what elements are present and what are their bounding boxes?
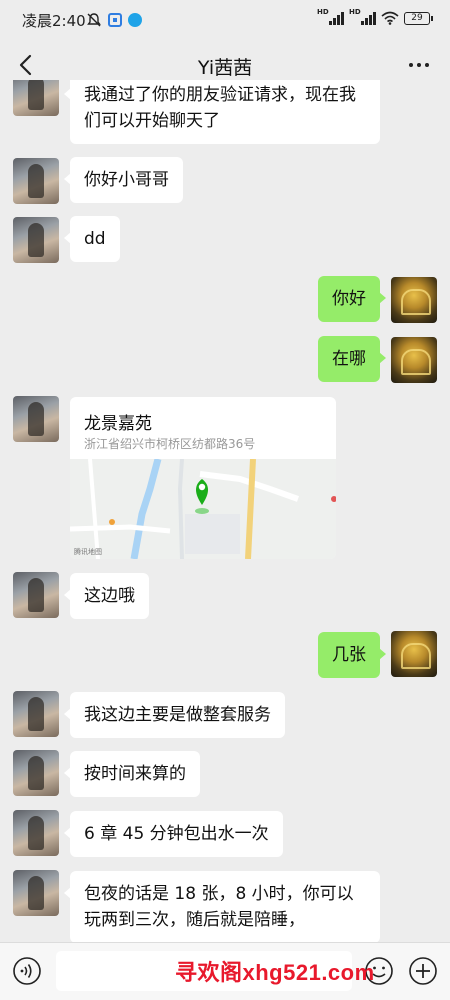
my-avatar[interactable] [391,337,437,383]
message-bubble-received[interactable]: 我这边主要是做整套服务 [64,692,285,738]
message-bubble-sent[interactable]: 你好 [318,276,386,322]
message-bubble-received[interactable]: 这边哦 [64,573,149,619]
status-bar: 凌晨2:40 HD HD 29 [0,0,450,40]
plus-icon[interactable] [408,956,438,986]
site-watermark: 寻欢阁xhg521.com [175,960,375,985]
app-notification-icon [108,13,122,27]
more-options-icon[interactable] [404,52,434,78]
contact-avatar[interactable] [13,158,59,204]
hd-label: HD [317,8,329,16]
location-name: 龙景嘉苑 [84,414,152,434]
contact-avatar[interactable] [13,572,59,618]
message-bubble-received[interactable]: 包夜的话是 18 张，8 小时，你可以玩两到三次，随后就是陪睡， [64,871,380,942]
contact-avatar[interactable] [13,870,59,916]
contact-avatar[interactable] [13,750,59,796]
contact-avatar[interactable] [13,810,59,856]
message-bubble-sent[interactable]: 几张 [318,632,386,678]
message-bubble-sent[interactable]: 在哪 [318,336,386,382]
location-map[interactable]: 腾讯地图 [70,459,336,559]
location-address: 浙江省绍兴市柯桥区纺都路36号 [84,437,256,451]
my-avatar[interactable] [391,631,437,677]
battery-indicator: 29 [404,11,433,25]
hd-label-2: HD [349,8,361,16]
location-card[interactable]: 龙景嘉苑 浙江省绍兴市柯桥区纺都路36号 腾讯地图 [70,397,336,559]
status-right-icons: HD HD 29 [317,8,433,25]
signal-strength-icon: HD [317,8,344,25]
chat-app-notification-icon [128,13,142,27]
mute-bell-icon [87,13,101,27]
message-bubble-received[interactable]: 按时间来算的 [64,751,200,797]
wifi-icon [381,11,399,25]
contact-avatar[interactable] [13,217,59,263]
voice-input-icon[interactable] [12,956,42,986]
message-bubble-received[interactable]: 你好小哥哥 [64,157,183,203]
message-bubble-received[interactable]: 我通过了你的朋友验证请求，现在我们可以开始聊天了 [64,80,380,144]
map-image [70,459,336,559]
map-attribution: 腾讯地图 [74,548,102,556]
status-time: 凌晨2:40 [22,12,86,30]
message-list[interactable]: 我通过了你的朋友验证请求，现在我们可以开始聊天了 你好小哥哥 dd 你好 在哪 … [0,80,450,942]
signal-strength-icon-2: HD [349,8,376,25]
status-notification-icons [86,12,142,28]
my-avatar[interactable] [391,277,437,323]
contact-avatar[interactable] [13,691,59,737]
message-bubble-received[interactable]: 6 章 45 分钟包出水一次 [64,811,283,857]
contact-avatar[interactable] [13,396,59,442]
message-bubble-received[interactable]: dd [64,216,120,262]
chat-title: Yi茜茜 [197,57,253,79]
contact-avatar[interactable] [13,80,59,116]
